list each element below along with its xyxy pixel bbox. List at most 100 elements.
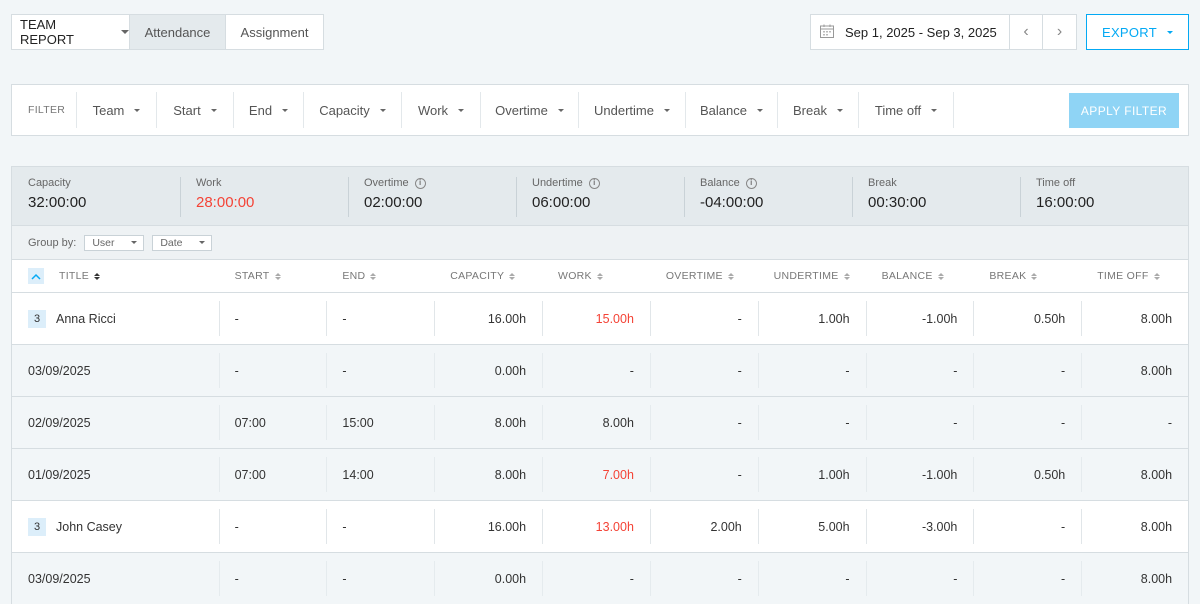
summary-value: 28:00:00: [196, 194, 255, 211]
filter-label: FILTER: [28, 104, 66, 116]
chevron-down-icon: [210, 108, 217, 112]
filter-start[interactable]: Start: [156, 92, 233, 128]
header-label: WORK: [558, 270, 592, 282]
header-label: BALANCE: [881, 270, 933, 282]
undertime-cell: -: [757, 397, 866, 448]
col-capacity-header[interactable]: CAPACITY: [434, 260, 542, 292]
table-row-day[interactable]: 02/09/2025 07:00 15:00 8.00h 8.00h - - -…: [11, 397, 1189, 449]
summary-label: Capacity: [28, 177, 71, 189]
break-cell: -: [973, 501, 1081, 552]
start-cell: 07:00: [218, 397, 327, 448]
end-cell: 15:00: [326, 397, 434, 448]
info-icon[interactable]: i: [414, 177, 426, 189]
balance-cell: -: [865, 553, 974, 604]
filter-item-label: Capacity: [319, 102, 370, 118]
entry-count-badge[interactable]: 3: [28, 309, 46, 328]
chevron-down-icon: [134, 108, 141, 112]
work-cell: 7.00h: [542, 449, 650, 500]
work-cell: -: [542, 553, 650, 604]
collapse-all-button[interactable]: [28, 268, 44, 284]
team-report-dropdown[interactable]: TEAM REPORT: [12, 15, 130, 49]
summary-value: 32:00:00: [28, 194, 87, 211]
prev-range-button[interactable]: ‹: [1010, 15, 1043, 49]
tab-attendance[interactable]: Attendance: [130, 15, 226, 49]
work-cell: 8.00h: [542, 397, 650, 448]
col-work-header[interactable]: WORK: [542, 260, 650, 292]
group-by-first-select[interactable]: User: [84, 234, 145, 251]
summary-label: Balance: [700, 177, 740, 189]
filter-break[interactable]: Break: [777, 92, 858, 128]
report-tab-group: TEAM REPORT Attendance Assignment: [11, 14, 324, 50]
balance-cell: -: [865, 397, 974, 448]
filter-item-label: Team: [92, 102, 125, 118]
chevron-left-icon: ‹: [1023, 23, 1029, 40]
filter-work[interactable]: Work: [401, 92, 480, 128]
apply-filter-button[interactable]: APPLY FILTER: [1069, 93, 1179, 128]
top-bar: TEAM REPORT Attendance Assignment Sep 1,…: [11, 14, 1189, 50]
overtime-cell: -: [649, 553, 758, 604]
summary-label: Overtime: [364, 177, 409, 189]
filter-item-label: End: [248, 102, 273, 118]
table-row-day[interactable]: 03/09/2025 - - 0.00h - - - - - 8.00h: [11, 553, 1189, 604]
select-value: User: [92, 236, 115, 249]
calendar-icon: [819, 23, 835, 42]
filter-undertime[interactable]: Undertime: [578, 92, 685, 128]
col-title-header[interactable]: TITLE: [12, 260, 219, 292]
summary-value: 00:30:00: [868, 194, 927, 211]
overtime-cell: 2.00h: [649, 501, 758, 552]
col-undertime-header[interactable]: UNDERTIME: [758, 260, 866, 292]
filter-team[interactable]: Team: [76, 92, 156, 128]
end-cell: -: [326, 553, 434, 604]
time-off-cell: -: [1081, 397, 1188, 448]
date-range-field[interactable]: Sep 1, 2025 - Sep 3, 2025: [811, 15, 1010, 49]
title-cell: 3 Anna Ricci: [12, 293, 219, 344]
header-label: START: [234, 270, 270, 282]
break-cell: -: [973, 345, 1081, 396]
export-button[interactable]: EXPORT: [1086, 14, 1189, 50]
capacity-cell: 16.00h: [434, 501, 542, 552]
date-range-picker: Sep 1, 2025 - Sep 3, 2025 ‹ ›: [810, 14, 1077, 50]
balance-cell: -1.00h: [865, 449, 974, 500]
col-overtime-header[interactable]: OVERTIME: [650, 260, 758, 292]
date-cell: 02/09/2025: [28, 415, 91, 430]
summary-value: 16:00:00: [1036, 194, 1095, 211]
end-cell: -: [326, 293, 434, 344]
group-by-second-select[interactable]: Date: [152, 234, 213, 251]
time-off-cell: 8.00h: [1081, 449, 1188, 500]
title-cell: 3 John Casey: [12, 501, 219, 552]
tab-assignment[interactable]: Assignment: [226, 15, 323, 49]
col-end-header[interactable]: END: [326, 260, 434, 292]
summary-label: Time off: [1036, 177, 1076, 189]
end-cell: -: [326, 345, 434, 396]
summary-value: 02:00:00: [364, 194, 423, 211]
filter-capacity[interactable]: Capacity: [303, 92, 401, 128]
user-name: Anna Ricci: [56, 311, 116, 326]
table-row-day[interactable]: 01/09/2025 07:00 14:00 8.00h 7.00h - 1.0…: [11, 449, 1189, 501]
filter-item-label: Start: [173, 102, 201, 118]
filter-balance[interactable]: Balance: [685, 92, 777, 128]
col-start-header[interactable]: START: [219, 260, 327, 292]
summary-capacity: Capacity 32:00:00: [12, 167, 180, 225]
col-balance-header[interactable]: BALANCE: [866, 260, 974, 292]
sort-icon: [94, 272, 101, 280]
info-icon[interactable]: i: [745, 177, 757, 189]
end-cell: -: [326, 501, 434, 552]
filter-overtime[interactable]: Overtime: [480, 92, 578, 128]
filter-time-off[interactable]: Time off: [858, 92, 954, 128]
summary-balance: Balance i -04:00:00: [684, 167, 852, 225]
col-time-off-header[interactable]: TIME OFF: [1081, 260, 1188, 292]
table-row-user[interactable]: 3 John Casey - - 16.00h 13.00h 2.00h 5.00…: [11, 501, 1189, 553]
table-row-user[interactable]: 3 Anna Ricci - - 16.00h 15.00h - 1.00h -1…: [11, 293, 1189, 345]
info-icon[interactable]: i: [588, 177, 600, 189]
capacity-cell: 8.00h: [434, 449, 542, 500]
end-cell: 14:00: [326, 449, 434, 500]
col-break-header[interactable]: BREAK: [973, 260, 1081, 292]
table-row-day[interactable]: 03/09/2025 - - 0.00h - - - - - 8.00h: [11, 345, 1189, 397]
entry-count-badge[interactable]: 3: [28, 517, 46, 536]
filter-end[interactable]: End: [233, 92, 303, 128]
sort-icon: [1031, 272, 1038, 280]
balance-cell: -3.00h: [865, 501, 974, 552]
sort-icon: [727, 272, 734, 280]
next-range-button[interactable]: ›: [1043, 15, 1076, 49]
time-off-cell: 8.00h: [1081, 553, 1188, 604]
